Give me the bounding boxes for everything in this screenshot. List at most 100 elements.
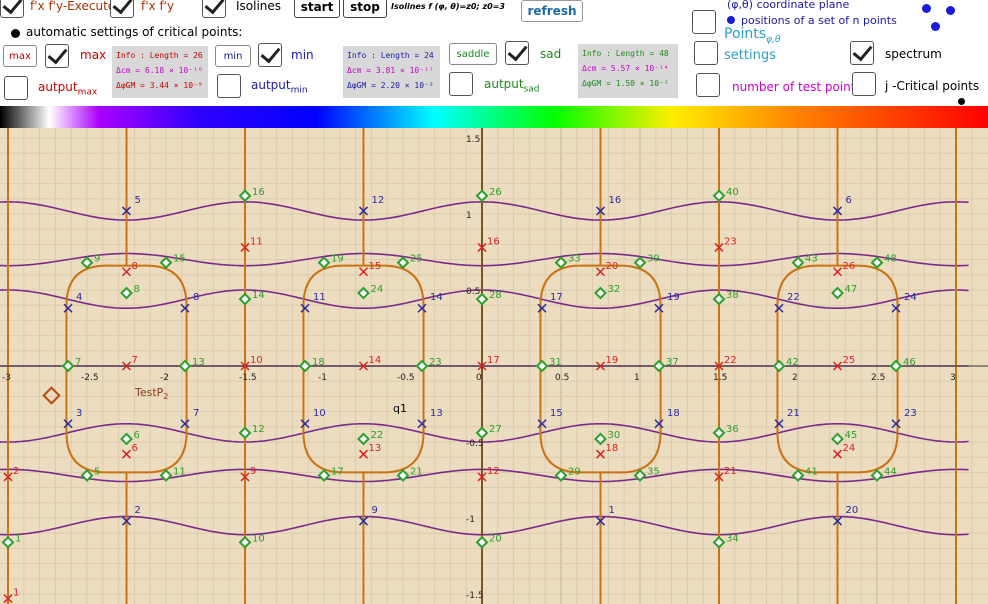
x-tick-label: -3 — [2, 373, 11, 383]
autput-max-checkbox[interactable] — [4, 76, 28, 100]
refresh-button[interactable]: refresh — [521, 0, 583, 22]
test-point-text: TestP — [135, 386, 164, 399]
min-label: 18 — [667, 408, 680, 419]
slider-handle-icon[interactable] — [958, 98, 965, 105]
max-label: 13 — [369, 443, 382, 454]
saddle-label: 43 — [805, 254, 818, 265]
fxfy-execute-checkbox[interactable] — [0, 0, 24, 18]
autput-sad-sub: sad — [523, 84, 540, 95]
spectrum-checkbox[interactable] — [850, 41, 874, 65]
y-tick-label: 0.5 — [466, 287, 480, 297]
point-dot-icon — [922, 4, 931, 13]
min-label: 7 — [193, 408, 199, 419]
autput-sad-label: autputsad — [484, 77, 540, 94]
saddle-label: 38 — [726, 290, 739, 301]
info-max-dphi: Δφ̄GM = 3.44 × 10⁻⁹ — [116, 81, 203, 90]
saddle-button[interactable]: saddle — [449, 43, 497, 65]
autput-min-checkbox[interactable] — [217, 74, 241, 98]
saddle-label: 32 — [608, 284, 621, 295]
critical-points-plot[interactable]: 1211109161712232221876151413201918262524… — [0, 128, 988, 604]
saddle-label: 29 — [568, 466, 581, 477]
saddle-label: 41 — [805, 466, 818, 477]
isolines-checkbox[interactable] — [202, 0, 226, 18]
saddle-label: 44 — [884, 466, 897, 477]
saddle-label: 7 — [75, 357, 81, 368]
saddle-checkbox[interactable] — [505, 41, 529, 65]
min-checkbox[interactable] — [258, 43, 282, 67]
autput-min-sub: min — [290, 85, 308, 96]
auto-settings-label: automatic settings of critical points: — [26, 25, 243, 39]
y-tick-label: -0.5 — [466, 439, 484, 449]
sad-label: sad — [540, 47, 562, 61]
max-label: 20 — [606, 261, 619, 272]
saddle-label: 36 — [726, 424, 739, 435]
info-min-length: Info : Length = 24 — [347, 51, 434, 60]
saddle-label: 8 — [134, 284, 140, 295]
point-dot-icon — [931, 22, 940, 31]
autput-sad-checkbox[interactable] — [449, 72, 473, 96]
x-tick-label: 0.5 — [555, 373, 569, 383]
points-checkbox[interactable] — [694, 41, 718, 65]
saddle-label: 6 — [134, 430, 140, 441]
min-label: 13 — [430, 408, 443, 419]
settings-label: settings — [724, 48, 776, 63]
info-sad-length: Info : Length = 48 — [582, 49, 669, 58]
max-label: 12 — [487, 466, 500, 477]
autput-min-label: autputmin — [251, 78, 308, 95]
saddle-label: 24 — [371, 284, 384, 295]
info-sad-dcm: Δcm = 5.57 × 10⁻¹⁴ — [582, 64, 669, 73]
y-tick-label: 1.5 — [466, 135, 480, 145]
points-sub: φ,θ — [766, 34, 781, 45]
max-label: 10 — [250, 355, 263, 366]
min-button[interactable]: min — [215, 45, 251, 67]
fxfy-checkbox[interactable] — [110, 0, 134, 18]
test-points-checkbox[interactable] — [696, 73, 720, 97]
max-label: 22 — [724, 355, 737, 366]
saddle-label: 21 — [410, 466, 423, 477]
saddle-label: 34 — [726, 533, 739, 544]
info-max-length: Info : Length = 26 — [116, 51, 203, 60]
min-label: 14 — [430, 292, 443, 303]
min-label: 17 — [550, 292, 563, 303]
stop-button[interactable]: stop — [343, 0, 387, 18]
saddle-label: 42 — [786, 357, 799, 368]
start-button[interactable]: start — [294, 0, 340, 18]
autput-sad-text: autput — [484, 77, 524, 91]
saddle-label: 16 — [252, 187, 265, 198]
autput-min-text: autput — [251, 78, 291, 92]
coordinate-plane-checkbox[interactable] — [692, 10, 716, 34]
info-min-panel: Info : Length = 24 Δcm = 3.81 × 10⁻¹⁷ Δφ… — [343, 46, 440, 98]
max-label: 18 — [606, 443, 619, 454]
min-label: 10 — [313, 408, 326, 419]
max-label: 23 — [724, 236, 737, 247]
saddle-label: 45 — [845, 430, 858, 441]
spectrum-label: spectrum — [885, 47, 942, 61]
max-label: 8 — [132, 261, 138, 272]
saddle-label: 14 — [252, 290, 265, 301]
min-label: 22 — [787, 292, 800, 303]
max-label: 2 — [13, 466, 19, 477]
max-button[interactable]: max — [3, 45, 37, 67]
min-label: 19 — [667, 292, 680, 303]
saddle-label: 46 — [903, 357, 916, 368]
saddle-label: 5 — [94, 466, 100, 477]
saddle-label: 35 — [647, 466, 660, 477]
x-tick-label: -1 — [318, 373, 327, 383]
max-checkbox[interactable] — [45, 44, 69, 68]
spectrum-bar — [0, 106, 988, 128]
min-label: 3 — [76, 408, 82, 419]
max-label: 15 — [369, 261, 382, 272]
saddle-label: 9 — [94, 254, 100, 265]
info-sad-dphi: Δφ̄GM = 1.50 × 10⁻² — [582, 79, 669, 88]
autput-max-sub: max — [77, 87, 98, 98]
saddle-label: 30 — [608, 430, 621, 441]
points-label: Pointsφ,θ — [724, 26, 780, 45]
saddle-label: 27 — [489, 424, 502, 435]
j-critical-checkbox[interactable] — [852, 72, 876, 96]
saddle-label: 12 — [252, 424, 265, 435]
info-min-dcm: Δcm = 3.81 × 10⁻¹⁷ — [347, 66, 434, 75]
min-label: 2 — [135, 505, 141, 516]
max-label: 24 — [843, 443, 856, 454]
saddle-label: 39 — [647, 254, 660, 265]
max-label: 14 — [369, 355, 382, 366]
